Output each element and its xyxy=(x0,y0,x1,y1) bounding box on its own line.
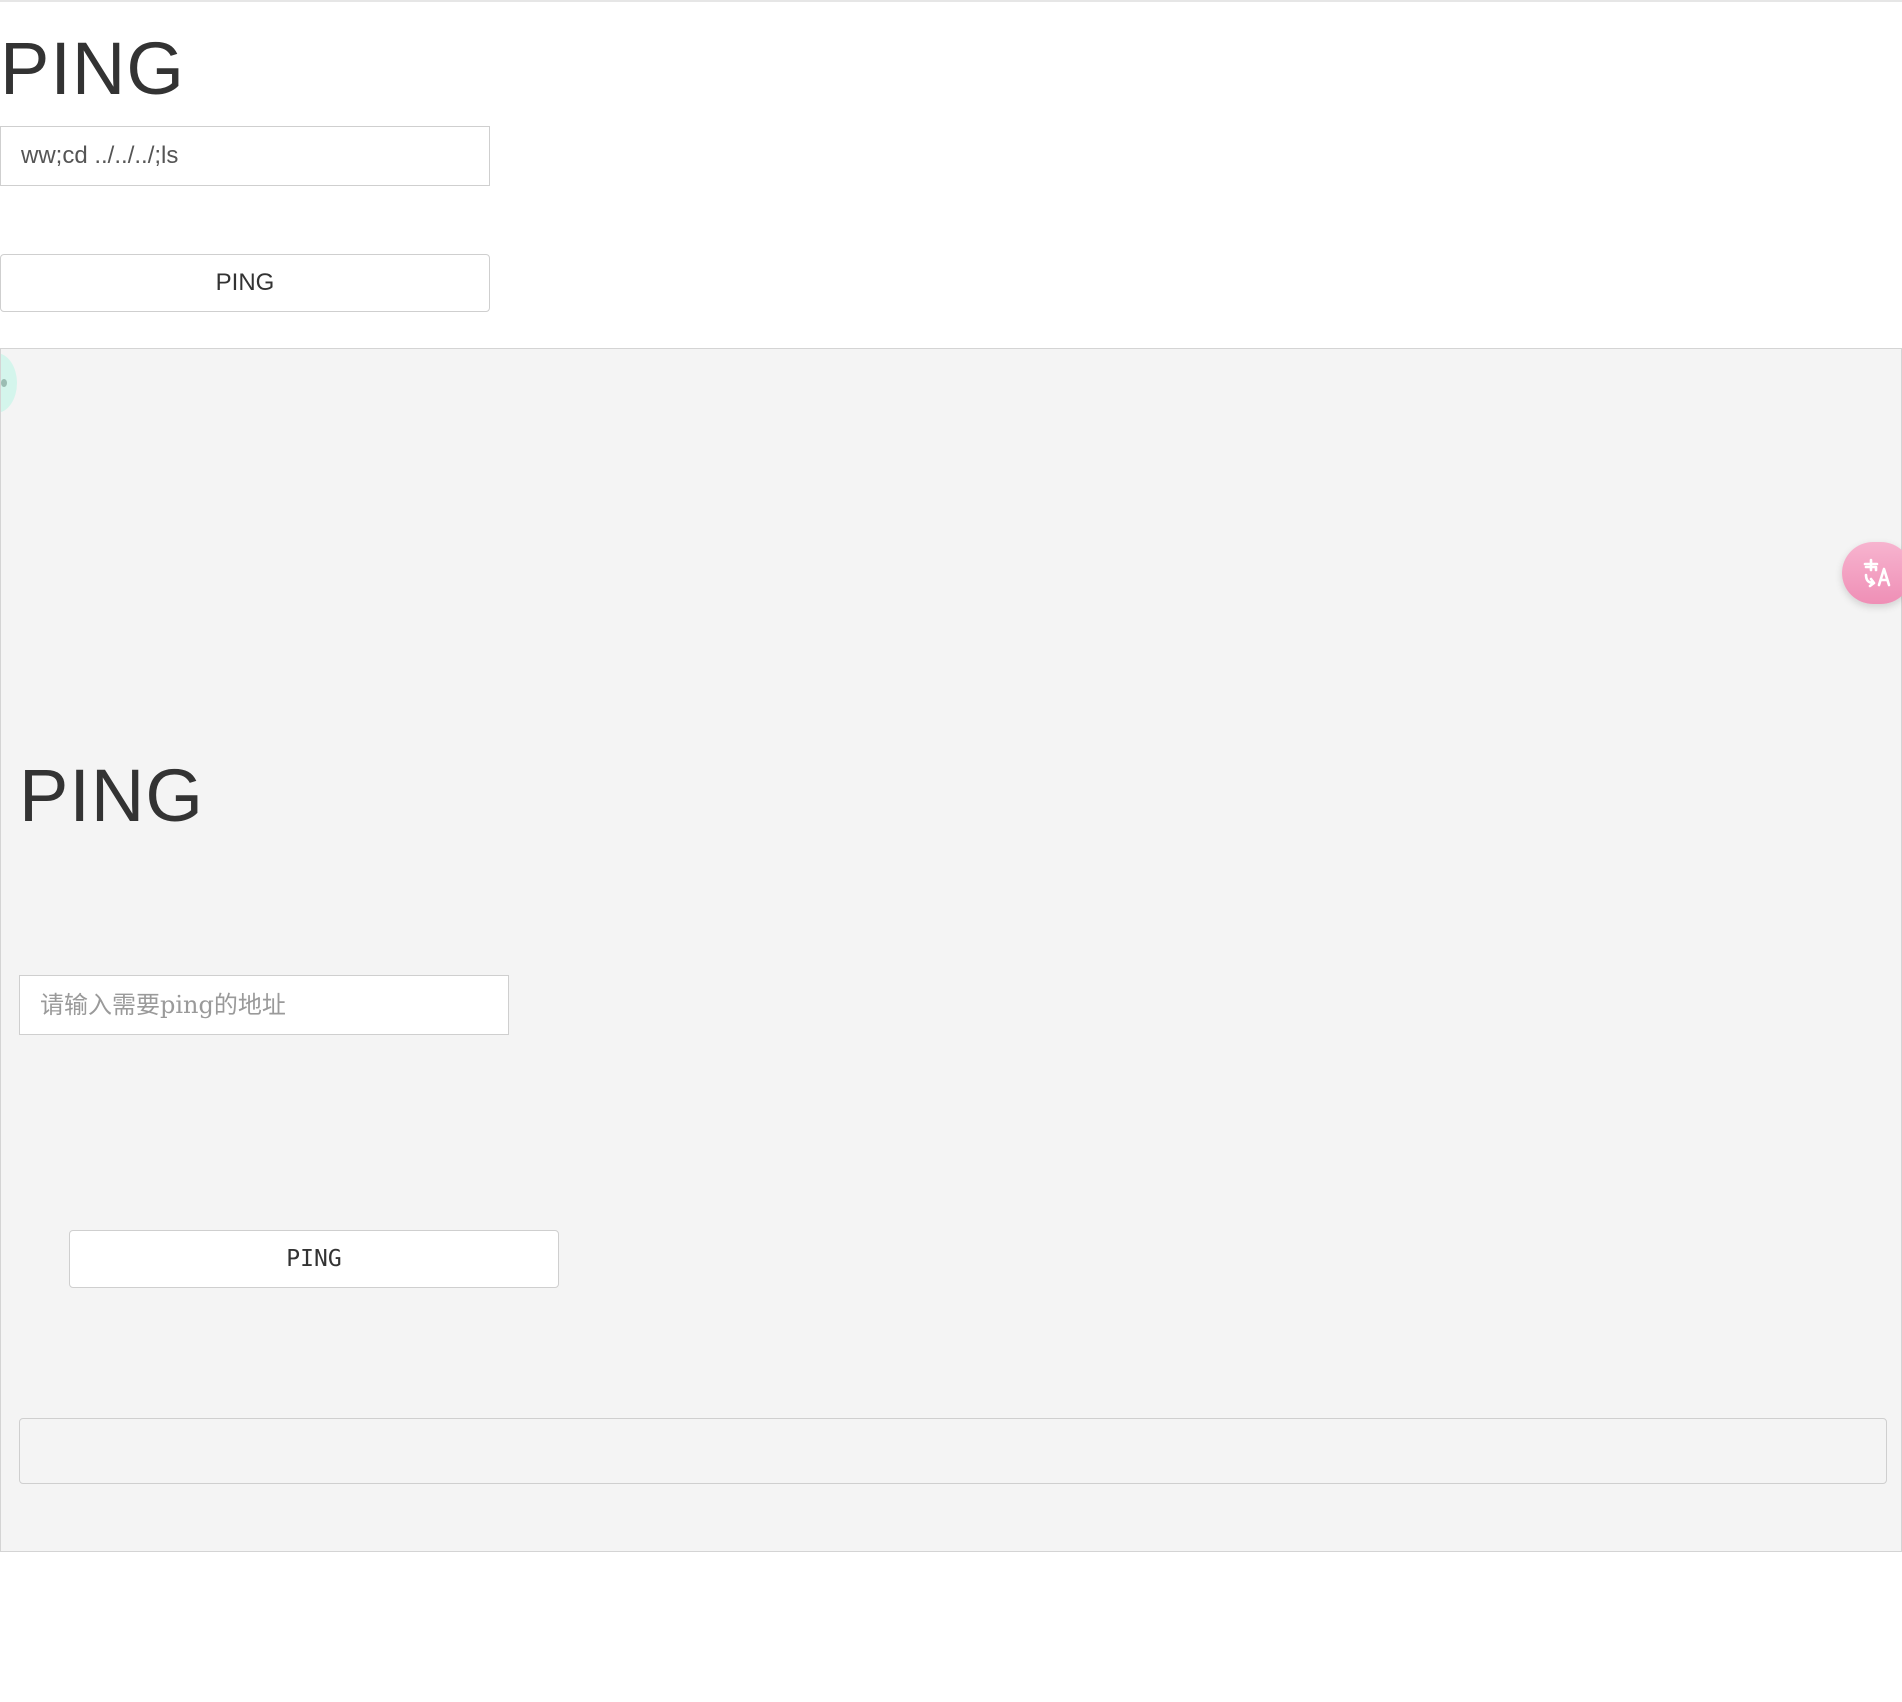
translate-icon xyxy=(1863,558,1891,588)
ping-page: PING PING PING PING xyxy=(0,0,1902,1702)
assistant-bubble-icon[interactable] xyxy=(1,353,17,413)
ping-output-box xyxy=(19,1418,1887,1484)
translate-button[interactable] xyxy=(1842,542,1902,604)
address-input[interactable] xyxy=(0,126,490,186)
frame-title: PING xyxy=(19,754,204,837)
ping-button[interactable]: PING xyxy=(0,254,490,312)
page-title: PING xyxy=(0,27,185,110)
frame-ping-button[interactable]: PING xyxy=(69,1230,559,1288)
result-frame: PING PING xyxy=(0,348,1902,1552)
frame-address-input[interactable] xyxy=(19,975,509,1035)
